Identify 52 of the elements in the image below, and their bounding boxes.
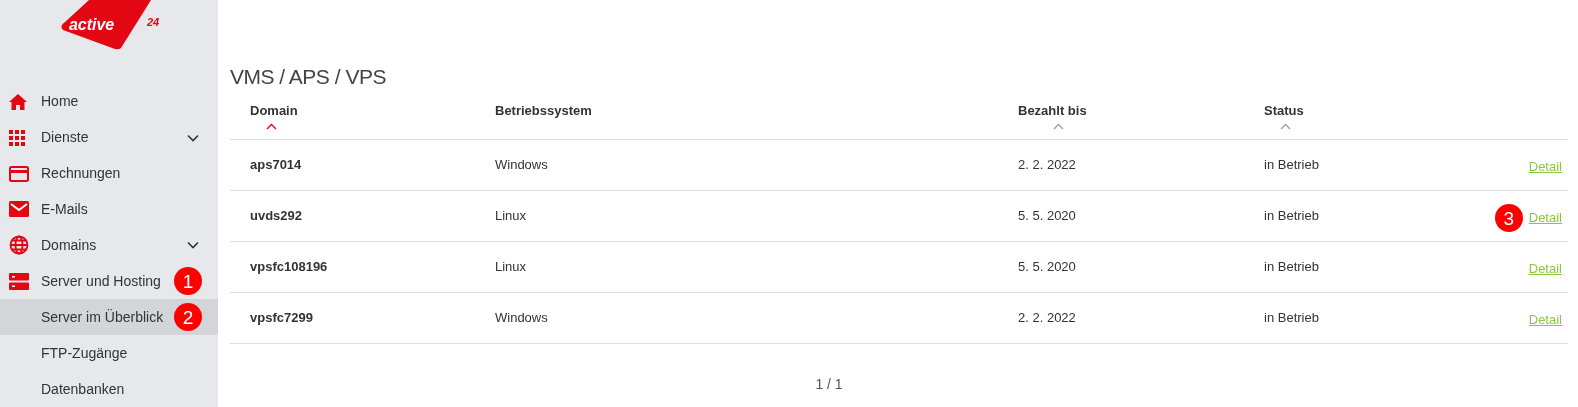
table-cell-text: vpsfc7299	[250, 309, 314, 328]
table-cell-text: Windows	[495, 156, 549, 175]
sidebar-item[interactable]: Dienste	[0, 119, 218, 156]
sidebar-item[interactable]: FTP-Zugänge	[0, 335, 218, 372]
grid-icon	[9, 129, 25, 146]
sidebar-label: Datenbanken	[41, 379, 125, 399]
envelope-icon	[9, 201, 29, 218]
table-cell-text: 2. 2. 2022	[1018, 156, 1077, 175]
sort-caret-icon[interactable]	[1280, 122, 1292, 130]
table-cell-text: Windows	[495, 309, 549, 328]
sidebar-item[interactable]: Rechnungen	[0, 155, 218, 192]
table-cell-text: aps7014	[250, 156, 303, 175]
sidebar-item[interactable]: Server und Hosting 1	[0, 263, 218, 300]
sidebar-item[interactable]: Datenbanken	[0, 371, 218, 407]
table-cell-text: uvds292	[250, 207, 304, 226]
table-cell-text: 5. 5. 2020	[1018, 207, 1077, 226]
page-title: VMS / APS / VPS	[230, 66, 387, 87]
globe-icon	[9, 235, 29, 256]
column-header[interactable]: Domain	[250, 101, 298, 121]
table-cell-text: 2. 2. 2022	[1018, 309, 1077, 328]
pagination: 1 / 1	[815, 375, 843, 394]
home-icon	[9, 93, 27, 110]
sidebar-label: Server im Überblick	[41, 307, 164, 327]
sidebar-label: Server und Hosting	[41, 271, 161, 291]
sidebar-label: FTP-Zugänge	[41, 343, 128, 363]
sidebar-item[interactable]: E-Mails	[0, 191, 218, 228]
sidebar-label: Dienste	[41, 128, 89, 148]
annotation-marker: 1	[174, 267, 202, 296]
sidebar-label: E-Mails	[41, 199, 88, 219]
column-header[interactable]: Betriebssystem	[495, 101, 592, 121]
sidebar-label: Domains	[41, 235, 97, 255]
table-cell-text: 5. 5. 2020	[1018, 258, 1077, 277]
annotation-marker: 2	[174, 303, 202, 332]
table-cell-text: Linux	[495, 258, 528, 277]
table-cell-text: Linux	[495, 207, 528, 226]
sidebar-item[interactable]: Home	[0, 83, 218, 120]
sidebar-item[interactable]: Server im Überblick 2	[0, 299, 218, 336]
table-cell-text: in Betrieb	[1264, 258, 1320, 277]
sidebar-item[interactable]: Domains	[0, 227, 218, 264]
annotation-marker: 3	[1494, 204, 1523, 232]
column-header[interactable]: Status	[1264, 101, 1304, 121]
sort-caret-icon[interactable]	[266, 122, 278, 130]
table-cell-text: in Betrieb	[1264, 207, 1320, 226]
table-cell-text: in Betrieb	[1264, 156, 1320, 175]
sidebar-label: Rechnungen	[41, 164, 121, 184]
table-cell-text: in Betrieb	[1264, 309, 1320, 328]
server-icon	[9, 272, 29, 290]
table-cell-text: vpsfc108196	[250, 258, 329, 277]
card-icon	[9, 165, 29, 182]
sort-caret-icon[interactable]	[1052, 122, 1064, 130]
sidebar-label: Home	[41, 92, 79, 112]
column-header[interactable]: Bezahlt bis	[1018, 101, 1087, 121]
